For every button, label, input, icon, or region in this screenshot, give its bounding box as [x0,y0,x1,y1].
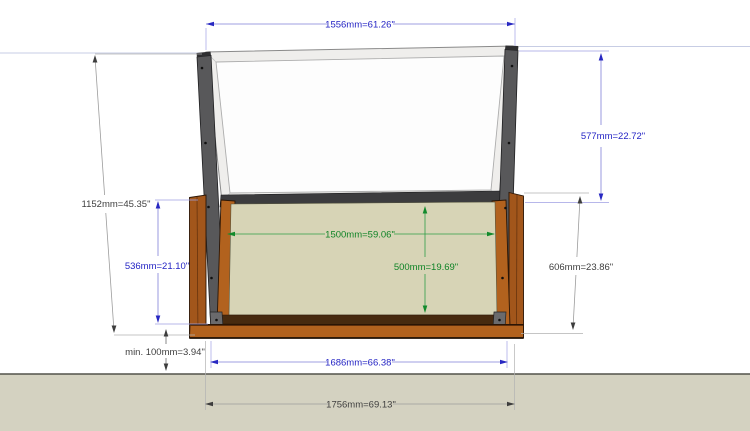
dimension-top-width: 1556mm=61.26" [206,18,515,50]
planter-box [190,193,524,339]
dimension-inner-width-label: 1500mm=59.06" [325,230,395,241]
dimension-total-height: 1152mm=45.35" [82,54,202,335]
dimension-soil-depth-label: 500mm=19.69" [394,262,458,273]
dimension-bottom-outer-width-label: 1756mm=69.13" [326,400,396,411]
bottom-board [190,325,524,339]
screw-icon [210,277,213,280]
interior-bottom-shadow [216,315,505,325]
screw-icon [511,65,514,68]
cold-frame-elevation-diagram: 1556mm=61.26" 577mm=22.72" 1152mm=45.35"… [0,0,750,431]
dimension-window-height: 577mm=22.72" [519,51,645,203]
interior-back-panel [229,202,497,315]
screw-icon [504,207,507,210]
screw-icon [508,142,511,145]
dimension-window-height-label: 577mm=22.72" [581,131,645,142]
screw-icon [207,206,210,209]
dimension-bottom-inner-width: 1686mm=66.38" [210,341,508,369]
window-glass [216,56,504,193]
dimension-bottom-inner-width-label: 1686mm=66.38" [325,358,395,369]
dimension-ground-clearance-label: min. 100mm=3.94" [125,347,205,358]
screw-icon [204,142,207,145]
dimension-top-width-label: 1556mm=61.26" [325,20,395,31]
dimension-total-height-label: 1152mm=45.35" [82,199,151,210]
screw-icon [498,319,501,322]
dimension-right-box-height-label: 606mm=23.86" [549,262,613,273]
window-frame [206,46,513,207]
dimension-right-box-height: 606mm=23.86" [521,193,613,334]
screw-icon [501,277,504,280]
screw-icon [201,67,204,70]
dimension-left-inner-height-label: 536mm=21.10" [125,261,189,272]
screw-icon [215,319,218,322]
